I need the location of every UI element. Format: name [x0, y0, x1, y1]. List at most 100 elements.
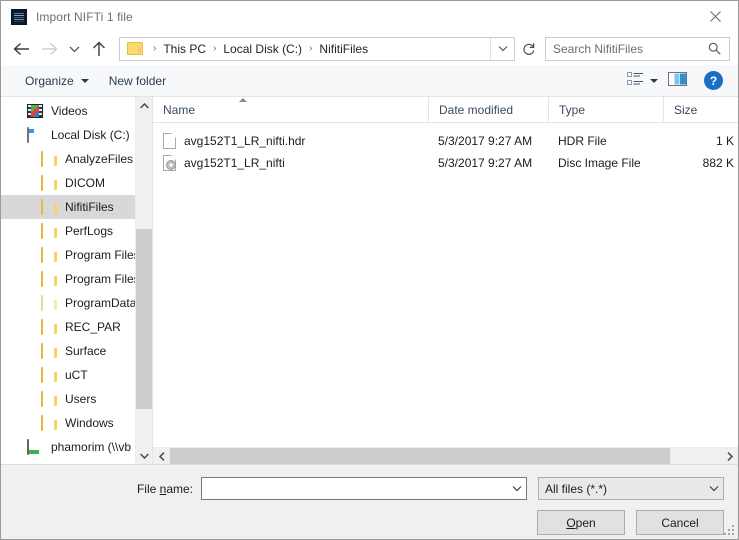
- breadcrumb-item-this-pc[interactable]: This PC: [162, 42, 207, 56]
- navigation-pane-scrollbar[interactable]: [135, 97, 152, 464]
- sidebar-item-analyzefiles[interactable]: AnalyzeFiles: [1, 147, 135, 171]
- view-options-button[interactable]: [622, 68, 663, 94]
- scroll-up-icon[interactable]: [136, 97, 152, 114]
- breadcrumb-item-local-disk[interactable]: Local Disk (C:): [222, 42, 303, 56]
- sidebar-item-label: Surface: [65, 344, 107, 358]
- new-folder-button[interactable]: New folder: [99, 68, 176, 94]
- preview-pane-icon: [668, 72, 687, 89]
- column-header-date-modified[interactable]: Date modified: [428, 96, 548, 123]
- navigation-bar: › This PC › Local Disk (C:) › NifitiFile…: [1, 32, 738, 65]
- sidebar-item-perflogs[interactable]: PerfLogs: [1, 219, 135, 243]
- forward-icon: [35, 36, 63, 62]
- search-box[interactable]: [545, 36, 730, 61]
- recent-locations-chevron-down-icon[interactable]: [63, 36, 85, 62]
- view-options-icon: [627, 72, 644, 89]
- close-icon[interactable]: [692, 1, 738, 31]
- breadcrumb-separator: ›: [213, 43, 217, 54]
- file-list-horizontal-scrollbar[interactable]: [153, 447, 738, 464]
- back-icon[interactable]: [7, 36, 35, 62]
- new-folder-label: New folder: [108, 73, 167, 88]
- sort-ascending-icon: [238, 97, 247, 102]
- search-input[interactable]: [546, 41, 706, 56]
- folder-icon: [41, 390, 58, 407]
- column-header-name[interactable]: Name: [153, 97, 428, 123]
- column-header-label: Date modified: [439, 102, 514, 117]
- organize-button[interactable]: Organize: [15, 68, 99, 94]
- cancel-button[interactable]: Cancel: [636, 510, 724, 535]
- column-header-type[interactable]: Type: [548, 96, 663, 123]
- sidebar-item-label: Windows: [65, 416, 114, 430]
- scroll-thumb[interactable]: [170, 448, 670, 464]
- file-type-filter-dropdown[interactable]: All files (*.*): [538, 477, 724, 500]
- table-row[interactable]: avg152T1_LR_nifti 5/3/2017 9:27 AM Disc …: [153, 152, 738, 174]
- sidebar-item-label: phamorim (\\vb: [51, 440, 132, 454]
- scroll-right-icon[interactable]: [721, 448, 738, 464]
- sidebar-item-label: PerfLogs: [65, 224, 114, 238]
- folder-icon: [127, 42, 143, 55]
- table-row[interactable]: avg152T1_LR_nifti.hdr 5/3/2017 9:27 AM H…: [153, 130, 738, 152]
- sidebar-item-uct[interactable]: uCT: [1, 363, 135, 387]
- scroll-track[interactable]: [136, 114, 152, 447]
- sidebar-item-label: uCT: [65, 368, 88, 382]
- file-icon: [163, 133, 176, 149]
- folder-icon: [41, 414, 58, 431]
- file-list-pane: Name Date modified Type Size avg152T1_LR…: [153, 96, 738, 464]
- sidebar-item-label: Program Files: [65, 248, 135, 262]
- folder-icon: [41, 174, 58, 191]
- sidebar-item-program-files[interactable]: Program Files: [1, 243, 135, 267]
- sidebar-item-users[interactable]: Users: [1, 387, 135, 411]
- folder-icon: [41, 150, 58, 167]
- sidebar-item-label: REC_PAR: [65, 320, 121, 334]
- up-icon[interactable]: [85, 36, 113, 62]
- sidebar-item-surface[interactable]: Surface: [1, 339, 135, 363]
- sidebar-item-rec-par[interactable]: REC_PAR: [1, 315, 135, 339]
- scroll-thumb[interactable]: [136, 229, 152, 409]
- chevron-down-icon[interactable]: [508, 485, 526, 492]
- help-button[interactable]: ?: [704, 71, 723, 90]
- scroll-left-icon[interactable]: [153, 448, 170, 464]
- folder-tree: Videos Local Disk (C:) AnalyzeFiles DICO…: [1, 97, 135, 464]
- filename-input[interactable]: [201, 477, 527, 500]
- sidebar-item-programdata[interactable]: ProgramData: [1, 291, 135, 315]
- sidebar-item-label: ProgramData: [65, 296, 135, 310]
- filename-row: File name: All files (*.*): [1, 465, 738, 500]
- search-icon: [706, 42, 729, 55]
- folder-faded-icon: [41, 294, 58, 311]
- sidebar-item-network-phamorim[interactable]: phamorim (\\vb: [1, 435, 135, 459]
- sidebar-item-nifitifiles[interactable]: NifitiFiles: [1, 195, 135, 219]
- sidebar-item-label: DICOM: [65, 176, 105, 190]
- file-size: 1 K: [715, 134, 734, 148]
- sidebar-item-local-disk-c[interactable]: Local Disk (C:): [1, 123, 135, 147]
- file-type-filter-value: All files (*.*): [545, 481, 608, 496]
- breadcrumb-separator: ›: [153, 43, 157, 54]
- column-header-label: Type: [559, 102, 586, 117]
- open-button[interactable]: Open: [537, 510, 625, 535]
- chevron-down-icon: [80, 78, 89, 83]
- disc-image-file-icon: [163, 155, 176, 171]
- command-bar: Organize New folder ?: [1, 65, 738, 97]
- preview-pane-button[interactable]: [663, 68, 692, 94]
- breadcrumb-item-nifitifiles[interactable]: NifitiFiles: [318, 42, 369, 56]
- scroll-track[interactable]: [170, 448, 721, 464]
- resize-grip[interactable]: [724, 525, 735, 536]
- sidebar-item-dicom[interactable]: DICOM: [1, 171, 135, 195]
- app-stack-icon: [11, 8, 27, 25]
- sidebar-item-videos[interactable]: Videos: [1, 99, 135, 123]
- network-drive-icon: [27, 438, 44, 455]
- file-name: avg152T1_LR_nifti: [184, 156, 285, 170]
- file-type: Disc Image File: [558, 156, 641, 170]
- file-list-header: Name Date modified Type Size: [153, 96, 738, 123]
- sidebar-item-windows[interactable]: Windows: [1, 411, 135, 435]
- sidebar-item-label: Local Disk (C:): [51, 128, 130, 142]
- refresh-icon[interactable]: [517, 37, 541, 61]
- folder-icon: [41, 198, 58, 215]
- sidebar-item-program-files-x86[interactable]: Program Files (: [1, 267, 135, 291]
- column-header-size[interactable]: Size: [663, 96, 738, 123]
- filename-label: File name:: [136, 481, 193, 496]
- file-date-modified: 5/3/2017 9:27 AM: [438, 156, 533, 170]
- scroll-down-icon[interactable]: [136, 447, 152, 464]
- folder-icon: [41, 366, 58, 383]
- breadcrumb[interactable]: › This PC › Local Disk (C:) › NifitiFile…: [119, 36, 515, 61]
- chevron-down-icon[interactable]: [705, 485, 723, 492]
- breadcrumb-chevron-down-icon[interactable]: [490, 37, 514, 60]
